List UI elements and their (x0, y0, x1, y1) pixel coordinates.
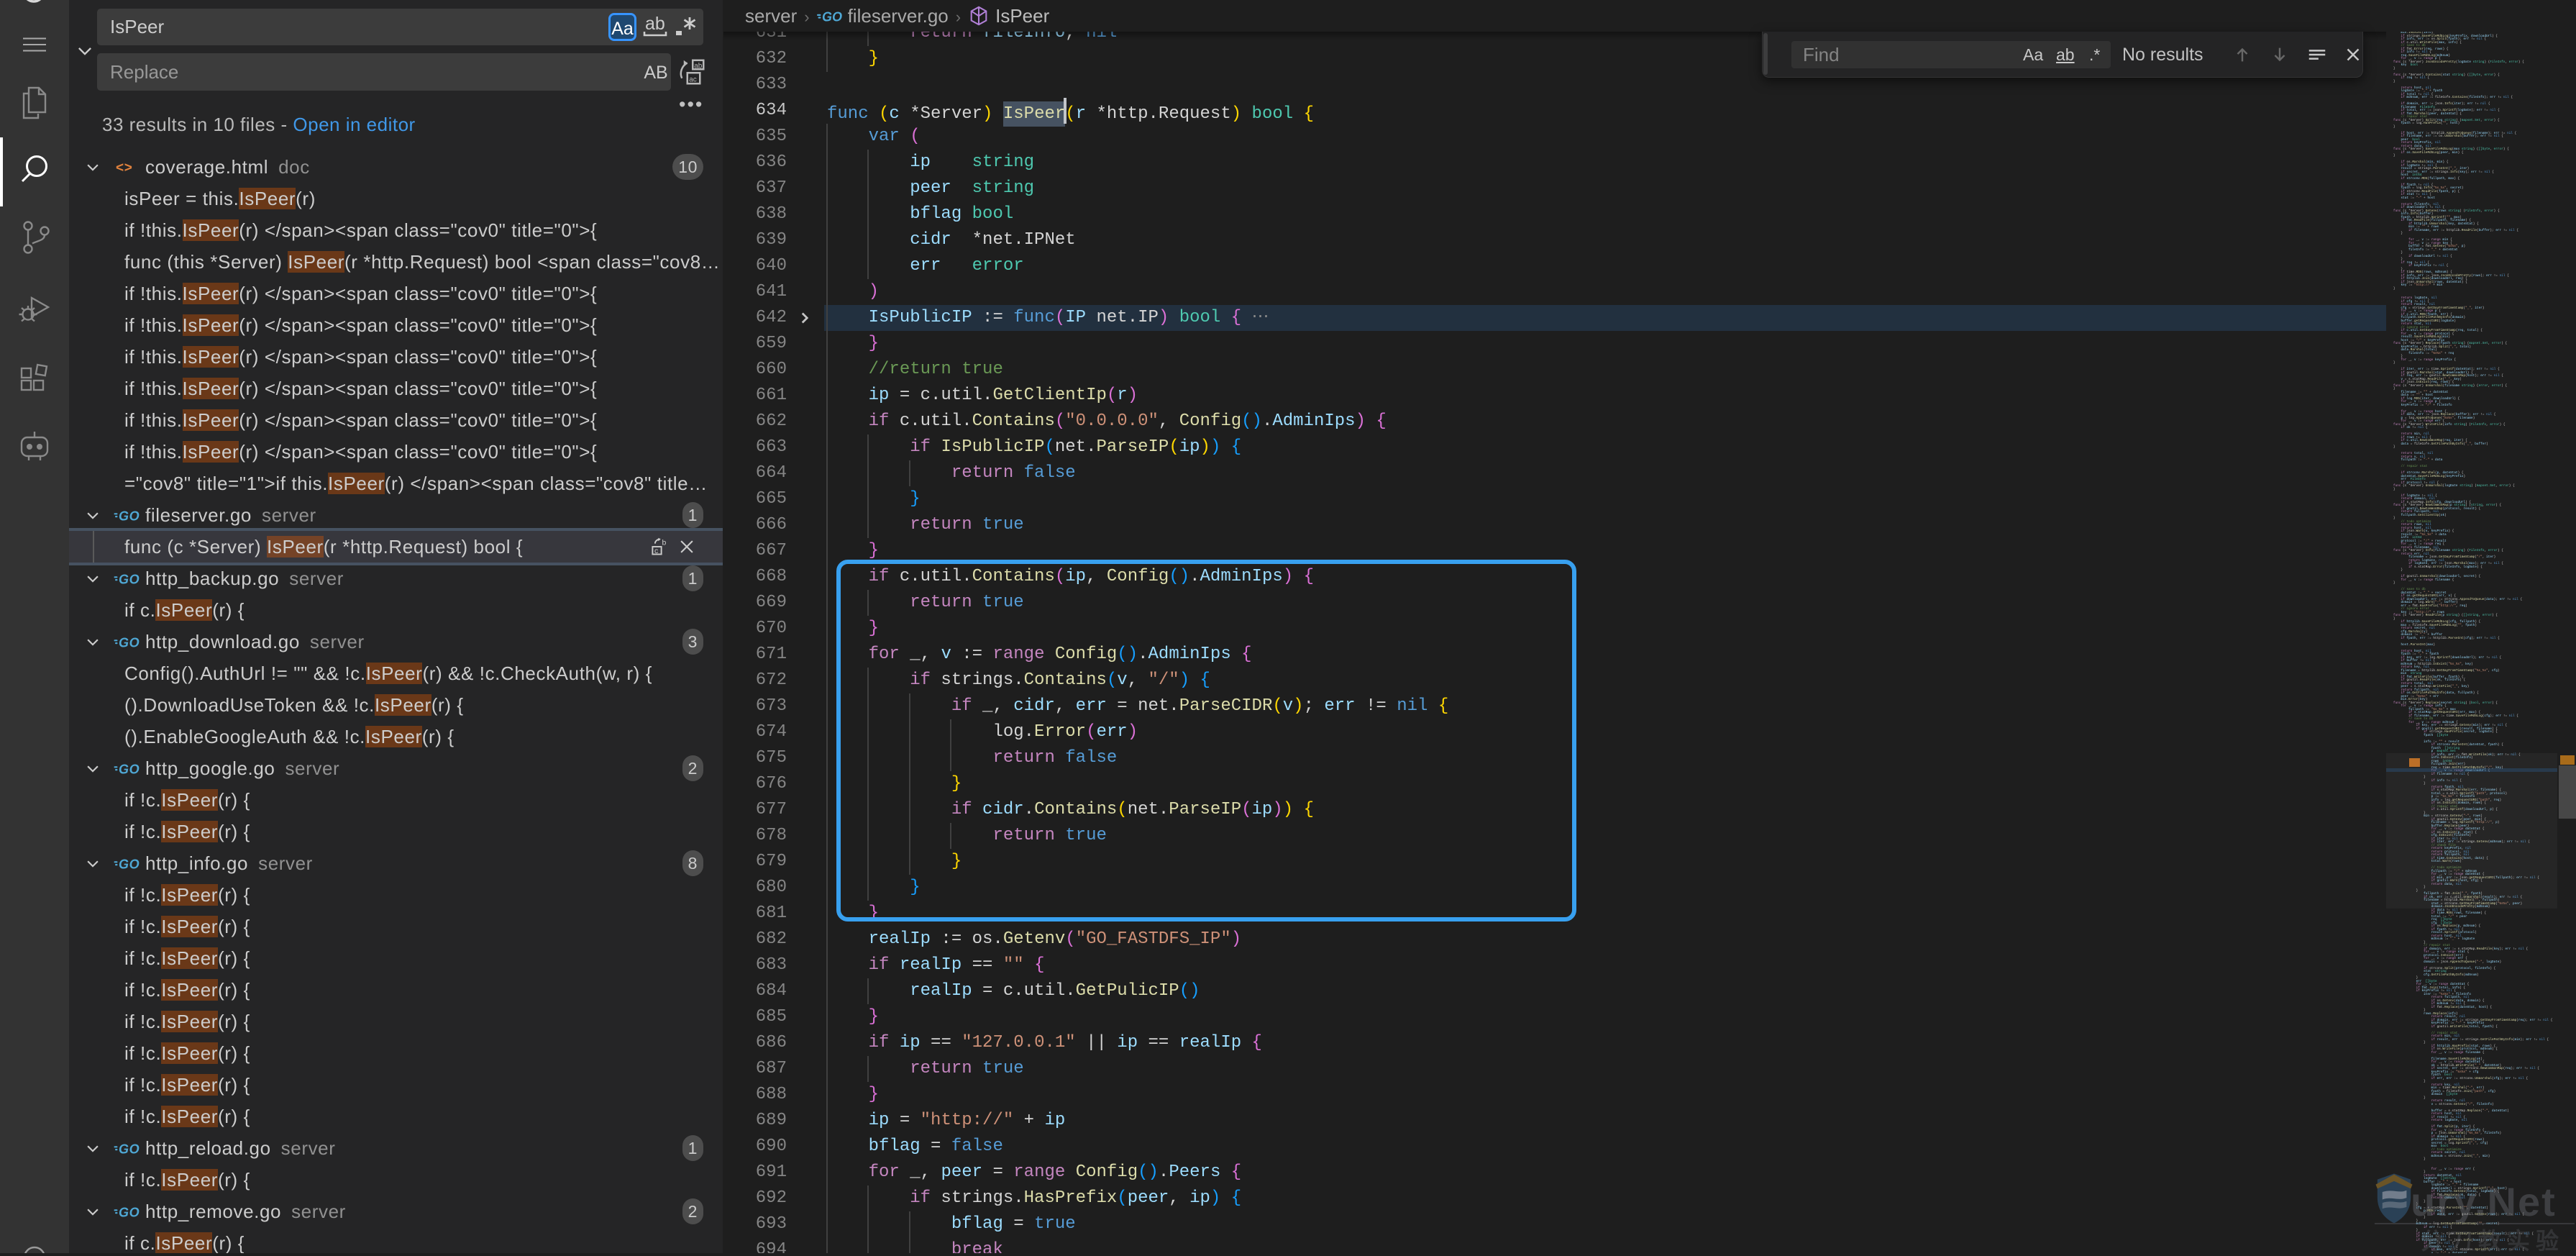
svg-text:GO: GO (119, 1206, 140, 1220)
svg-text:ab: ab (694, 62, 703, 70)
svg-text:GO: GO (119, 857, 140, 872)
svg-text:GO: GO (119, 509, 140, 524)
svg-text:b: b (662, 538, 667, 547)
svg-text:GO: GO (119, 763, 140, 777)
svg-text:<>: <> (116, 160, 132, 176)
svg-text:GO: GO (119, 1142, 140, 1157)
svg-text:GO: GO (822, 10, 842, 24)
svg-text:ab: ab (645, 16, 665, 34)
svg-text:ac: ac (689, 76, 697, 84)
svg-text:c: c (654, 547, 659, 555)
svg-text:GO: GO (119, 636, 140, 650)
svg-text:GO: GO (119, 573, 140, 587)
